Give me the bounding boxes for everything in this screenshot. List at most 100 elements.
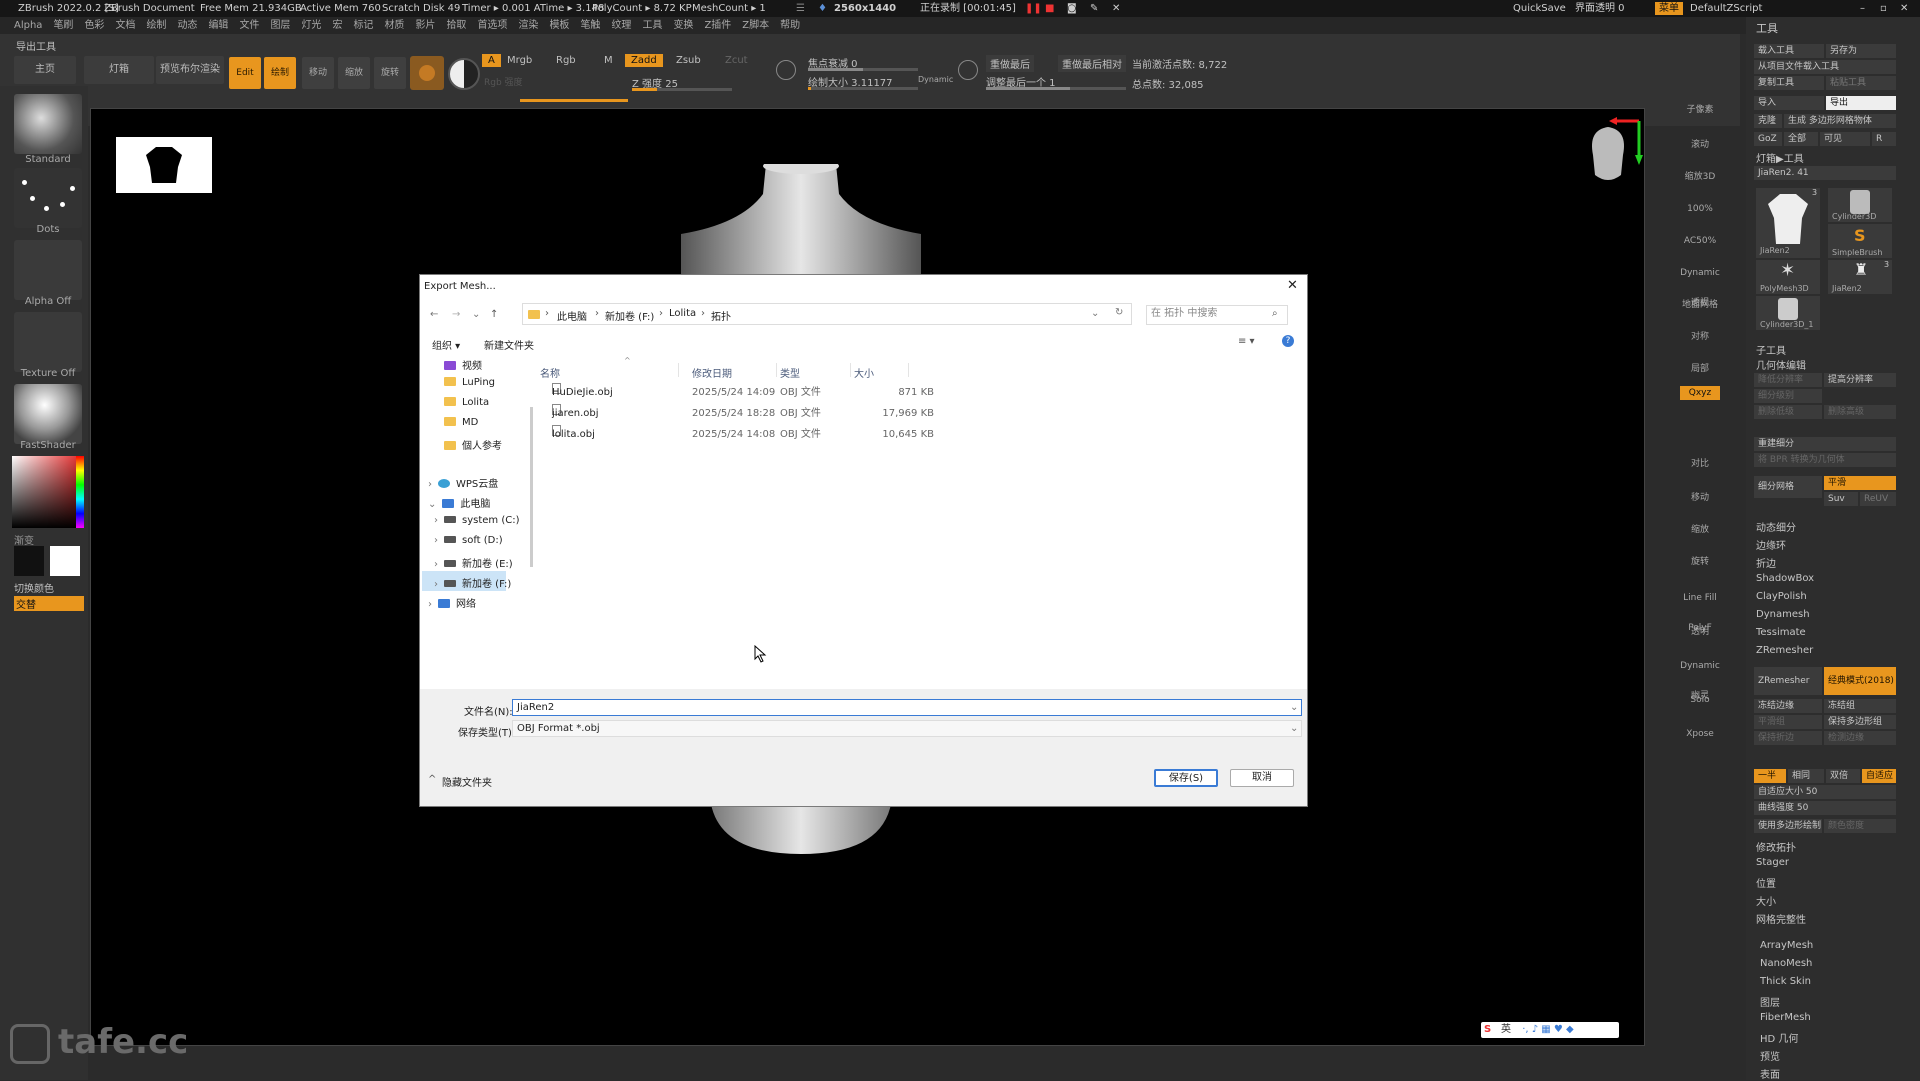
bpr-button[interactable]: 预览布尔渲染: [156, 56, 224, 84]
forward-icon[interactable]: →: [452, 309, 460, 320]
dialog-close-icon[interactable]: ✕: [1287, 278, 1298, 293]
alpha-slot[interactable]: [14, 240, 82, 300]
goz-visible-button[interactable]: 可见: [1820, 132, 1870, 146]
secondary-color[interactable]: [50, 546, 80, 576]
rgb-intensity-track[interactable]: [520, 99, 628, 102]
tree-item-this-pc[interactable]: ⌄ 此电脑: [428, 495, 490, 510]
load-from-project-button[interactable]: 从项目文件载入工具: [1754, 60, 1896, 74]
brush-standard[interactable]: [14, 94, 82, 154]
claypolish-header[interactable]: ClayPolish: [1756, 591, 1807, 602]
load-tool-button[interactable]: 载入工具: [1754, 44, 1824, 58]
color-picker[interactable]: [12, 456, 84, 528]
right-tool-button[interactable]: 对称: [1680, 322, 1720, 352]
alternate-button[interactable]: 交替: [14, 596, 84, 611]
fibermesh-header[interactable]: FiberMesh: [1760, 1012, 1811, 1023]
edgeloop-header[interactable]: 边缘环: [1756, 537, 1786, 552]
right-tool-button[interactable]: 缩放: [1680, 515, 1720, 545]
sogou-icon[interactable]: S: [1484, 1022, 1491, 1038]
nanomesh-header[interactable]: NanoMesh: [1760, 958, 1812, 969]
reconstruct-subdiv-button[interactable]: 重建细分: [1754, 437, 1896, 451]
m-toggle[interactable]: M: [604, 55, 613, 66]
file-row[interactable]: HuDieJie.obj 2025/5/24 14:09 OBJ 文件 871 …: [538, 383, 1138, 403]
target-same-toggle[interactable]: 相同: [1788, 769, 1824, 783]
pause-icon[interactable]: ❚❚: [1025, 0, 1042, 17]
right-tool-button[interactable]: Line Fill PolyF: [1680, 583, 1720, 633]
draw-size-track[interactable]: [808, 87, 918, 90]
tree-item-drive-d[interactable]: › soft (D:): [434, 535, 503, 546]
dynamesh-header[interactable]: Dynamesh: [1756, 609, 1810, 620]
menu-item[interactable]: 影片: [415, 20, 435, 31]
stager-header[interactable]: Stager: [1756, 857, 1789, 868]
rotate-button[interactable]: 旋转: [374, 57, 406, 89]
lightbox-button[interactable]: 灯箱: [84, 56, 154, 84]
menu-item[interactable]: Z脚本: [742, 20, 769, 31]
tool-thumb-cylinder3d-1[interactable]: Cylinder3D_1: [1756, 296, 1820, 330]
use-polypaint-toggle[interactable]: 使用多边形绘制: [1754, 819, 1822, 833]
default-zscript[interactable]: DefaultZScript: [1690, 0, 1762, 17]
dynamic-toggle[interactable]: Dynamic: [918, 75, 953, 84]
menu-item[interactable]: 文档: [115, 20, 135, 31]
tree-item-wps-cloud[interactable]: › WPS云盘: [428, 475, 498, 490]
material-fastshader[interactable]: [14, 384, 82, 444]
ime-language[interactable]: 英: [1501, 1024, 1511, 1035]
right-tool-button[interactable]: Solo: [1680, 685, 1720, 715]
menu-item[interactable]: 材质: [384, 20, 404, 31]
higher-res-button[interactable]: 提高分辨率: [1824, 373, 1896, 387]
ime-toolbar[interactable]: S 英 ·, ♪ ▦ ♥ ◆: [1481, 1022, 1619, 1038]
export-button[interactable]: 导出: [1826, 96, 1896, 110]
hide-folders-button[interactable]: 隐藏文件夹: [442, 774, 492, 789]
menu-item[interactable]: 色彩: [84, 20, 104, 31]
menu-item[interactable]: 编辑: [208, 20, 228, 31]
main-color[interactable]: [14, 546, 44, 576]
right-tool-button[interactable]: 子像素: [1680, 95, 1720, 125]
right-tool-button[interactable]: 100%: [1680, 194, 1720, 224]
menu-item[interactable]: 文件: [239, 20, 259, 31]
tree-item-drive-f[interactable]: › 新加卷 (F:): [434, 575, 511, 590]
menu-item[interactable]: 图层: [270, 20, 290, 31]
tree-item-folder[interactable]: 個人参考: [444, 437, 502, 452]
recent-icon[interactable]: ⌄: [472, 309, 480, 320]
camera-icon[interactable]: ◙: [1067, 0, 1077, 17]
tool-thumb-cylinder[interactable]: Cylinder3D: [1828, 188, 1892, 222]
chevron-up-icon[interactable]: ^: [428, 774, 436, 785]
del-lower-button[interactable]: 删除低级: [1754, 405, 1822, 419]
hd-geometry-header[interactable]: HD 几何: [1760, 1030, 1798, 1045]
edit-button[interactable]: Edit: [229, 57, 261, 89]
save-as-button[interactable]: 另存为: [1826, 44, 1896, 58]
filetype-select[interactable]: OBJ Format *.obj: [512, 720, 1302, 737]
close-icon[interactable]: ✕: [1900, 0, 1908, 17]
goz-button[interactable]: GoZ: [1754, 132, 1782, 146]
new-folder-button[interactable]: 新建文件夹: [484, 337, 534, 352]
lightbox-tools-link[interactable]: 灯箱▶工具: [1756, 150, 1804, 165]
back-icon[interactable]: ←: [430, 309, 438, 320]
menu-item[interactable]: 笔触: [580, 20, 600, 31]
rgb-toggle[interactable]: Rgb: [556, 55, 576, 66]
up-icon[interactable]: ↑: [490, 309, 498, 320]
breadcrumb-item[interactable]: 拓扑: [711, 308, 731, 323]
maximize-icon[interactable]: ▫: [1880, 0, 1887, 17]
filename-dropdown-icon[interactable]: ⌄: [1290, 702, 1298, 713]
right-tool-button[interactable]: 移动: [1680, 483, 1720, 513]
column-type[interactable]: 类型: [780, 365, 800, 380]
goz-r-button[interactable]: R: [1872, 132, 1896, 146]
menu-item[interactable]: 纹理: [611, 20, 631, 31]
column-size[interactable]: 大小: [854, 365, 874, 380]
menu-item[interactable]: 变换: [673, 20, 693, 31]
scale-button[interactable]: 缩放: [338, 57, 370, 89]
column-name[interactable]: 名称: [540, 365, 560, 380]
curve-strength-slider[interactable]: 曲线强度 50: [1754, 801, 1896, 815]
switch-color-label[interactable]: 切换颜色: [14, 580, 54, 595]
home-button[interactable]: 主页: [14, 56, 76, 84]
make-polymesh-button[interactable]: 生成 多边形网格物体: [1784, 114, 1896, 128]
search-input[interactable]: 在 拓扑 中搜索: [1146, 305, 1288, 325]
column-date[interactable]: 修改日期: [692, 365, 732, 380]
convert-bpr-button[interactable]: 将 BPR 转换为几何体: [1754, 453, 1896, 467]
dynamic-subdiv-header[interactable]: 动态细分: [1756, 519, 1796, 534]
right-tool-button[interactable]: Xpose: [1680, 719, 1720, 749]
tool-thumb-jiaren2-b[interactable]: ♜ JiaRen2 3: [1828, 260, 1892, 294]
zcut-toggle[interactable]: Zcut: [725, 55, 748, 66]
copy-tool-button[interactable]: 复制工具: [1754, 76, 1824, 90]
menu-item[interactable]: 模板: [549, 20, 569, 31]
right-tool-button[interactable]: Dynamic 幽灵: [1680, 651, 1720, 701]
zremesher-header[interactable]: ZRemesher: [1756, 645, 1813, 656]
